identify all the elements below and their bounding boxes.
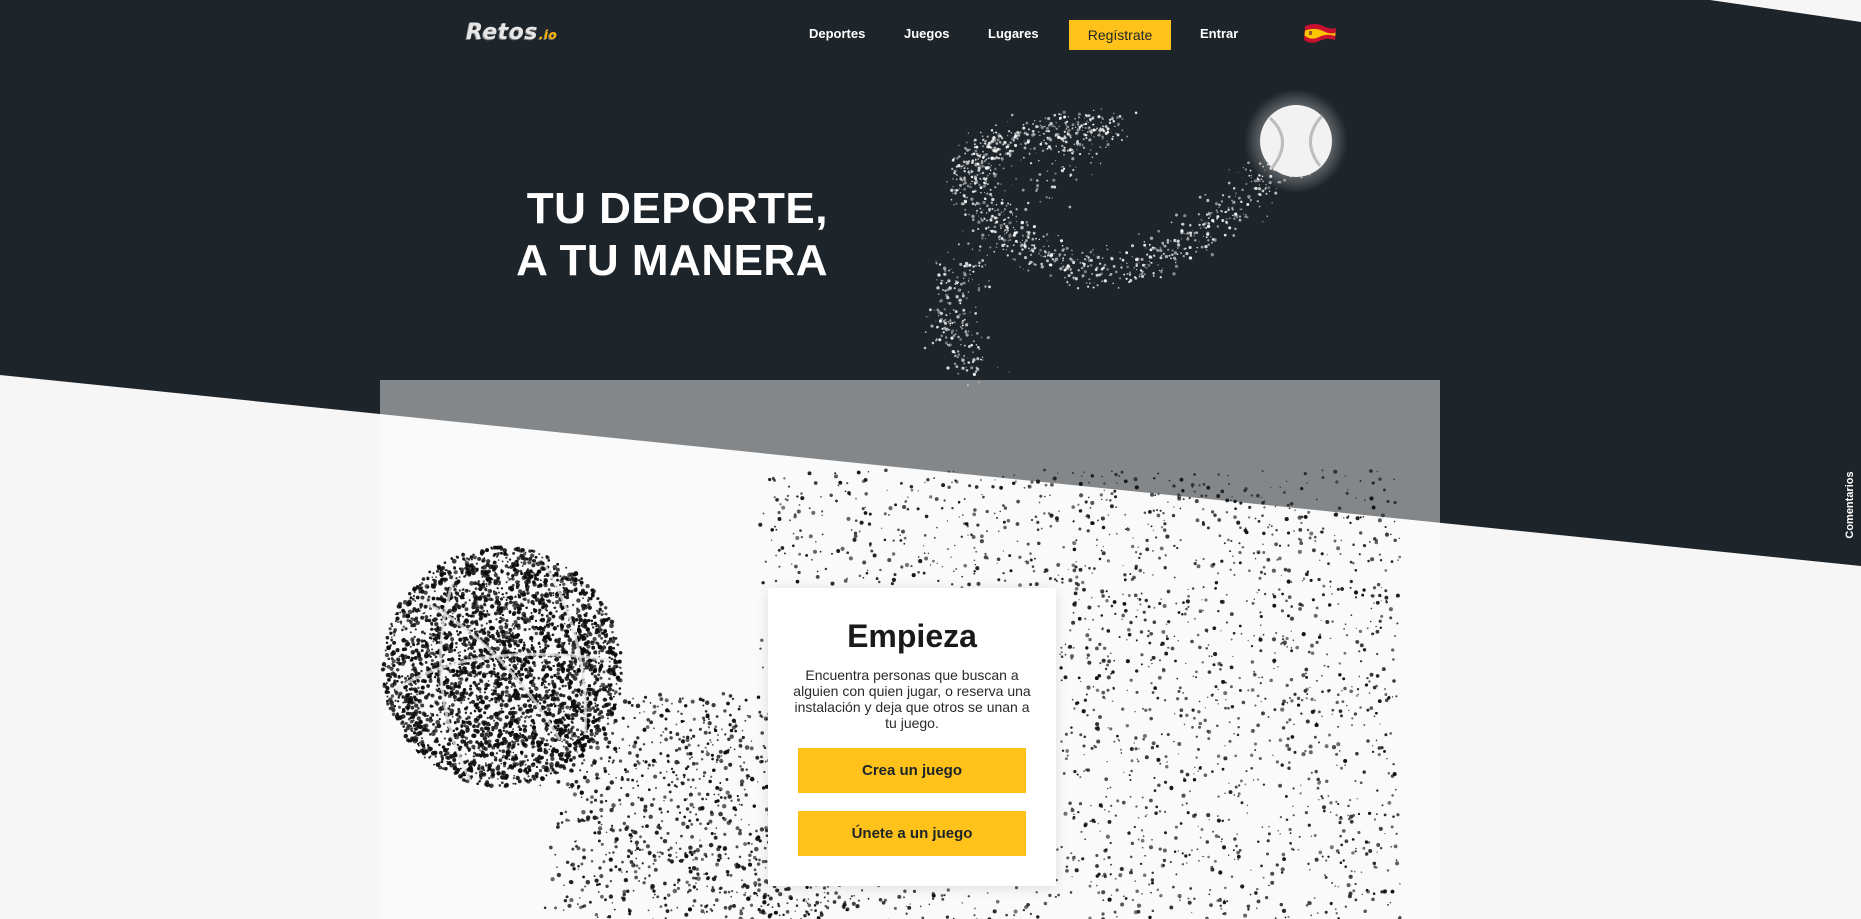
create-game-button[interactable]: Crea un juego xyxy=(798,748,1026,793)
start-card-title: Empieza xyxy=(847,618,977,654)
start-card: Empieza Encuentra personas que buscan a … xyxy=(768,588,1056,886)
start-card-description: Encuentra personas que buscan a alguien … xyxy=(793,667,1031,731)
join-game-button[interactable]: Únete a un juego xyxy=(798,811,1026,856)
nav-link-lugares[interactable]: Lugares xyxy=(988,26,1039,41)
hero-line-2: A TU MANERA xyxy=(516,236,828,285)
nav-link-juegos[interactable]: Juegos xyxy=(904,26,950,41)
login-link[interactable]: Entrar xyxy=(1200,26,1238,41)
site-logo[interactable]: Retos.io xyxy=(466,20,557,45)
top-navigation: Retos.io Deportes Juegos Lugares Regístr… xyxy=(0,0,1861,70)
logo-suffix: .io xyxy=(539,28,558,42)
hero-heading: TU DEPORTE, A TU MANERA xyxy=(380,183,828,287)
nav-link-deportes[interactable]: Deportes xyxy=(809,26,865,41)
logo-text: Retos xyxy=(466,20,538,45)
spain-flag-icon[interactable] xyxy=(1303,22,1337,44)
feedback-label: Comentarios xyxy=(1844,471,1856,539)
hero-line-1: TU DEPORTE, xyxy=(526,184,828,233)
feedback-tab[interactable]: Comentarios xyxy=(1841,470,1859,540)
signup-button[interactable]: Regístrate xyxy=(1069,20,1171,50)
